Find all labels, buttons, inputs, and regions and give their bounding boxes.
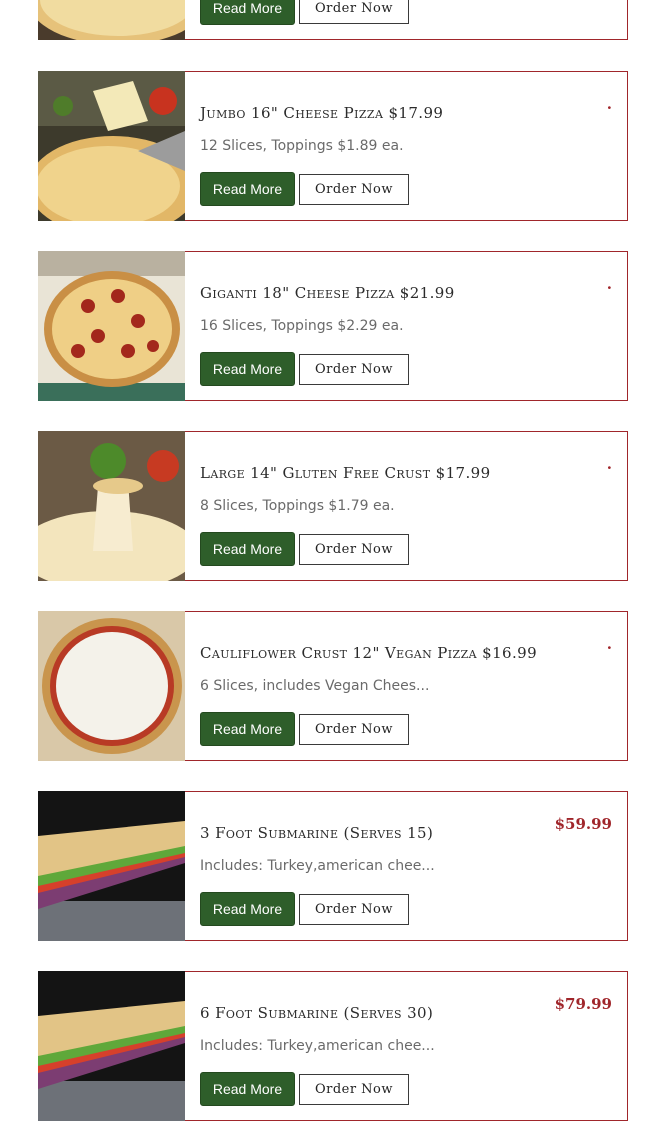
submarine-sandwich-photo-art <box>38 971 185 1121</box>
item-description: 8 Slices, Toppings $1.79 ea. <box>200 498 395 514</box>
menu-item-card: Cauliflower Crust 12" Vegan Pizza $16.99… <box>38 611 628 761</box>
order-now-button[interactable]: Order Now <box>299 714 409 745</box>
read-more-button[interactable]: Read More <box>200 892 295 926</box>
menu-item-card: Giganti 18" Cheese Pizza $21.99 16 Slice… <box>38 251 628 401</box>
cauliflower-pizza-photo[interactable] <box>38 611 185 761</box>
item-title[interactable]: 6 Foot Submarine (Serves 30) <box>200 1004 560 1022</box>
cheese-pizza-photo-art <box>38 71 185 221</box>
menu-item-card: Read More Order Now <box>38 0 628 40</box>
submarine-sandwich-photo[interactable] <box>38 971 185 1121</box>
item-description: Includes: Turkey,american chee... <box>200 858 435 874</box>
read-more-button[interactable]: Read More <box>200 1072 295 1106</box>
item-description: 12 Slices, Toppings $1.89 ea. <box>200 138 404 154</box>
read-more-button[interactable]: Read More <box>200 352 295 386</box>
pizza-photo-art <box>38 0 185 40</box>
pizza-photo[interactable] <box>38 0 185 40</box>
menu-item-card: Jumbo 16" Cheese Pizza $17.99 12 Slices,… <box>38 71 628 221</box>
read-more-button[interactable]: Read More <box>200 712 295 746</box>
cheese-pull-pizza-photo[interactable] <box>38 431 185 581</box>
item-title[interactable]: 3 Foot Submarine (Serves 15) <box>200 824 560 842</box>
order-now-button[interactable]: Order Now <box>299 534 409 565</box>
item-title[interactable]: Giganti 18" Cheese Pizza $21.99 <box>200 284 560 302</box>
item-price: . <box>606 275 612 293</box>
item-price: . <box>606 95 612 113</box>
item-price: . <box>606 635 612 653</box>
order-now-button[interactable]: Order Now <box>299 1074 409 1105</box>
order-now-button[interactable]: Order Now <box>299 0 409 24</box>
item-description: 6 Slices, includes Vegan Chees... <box>200 678 430 694</box>
item-title[interactable]: Jumbo 16" Cheese Pizza $17.99 <box>200 104 560 122</box>
item-price: . <box>606 455 612 473</box>
item-description: 16 Slices, Toppings $2.29 ea. <box>200 318 404 334</box>
menu-item-card: 3 Foot Submarine (Serves 15) Includes: T… <box>38 791 628 941</box>
menu-item-card: Large 14" Gluten Free Crust $17.99 8 Sli… <box>38 431 628 581</box>
item-price: $59.99 <box>554 815 612 833</box>
cheese-pizza-photo[interactable] <box>38 71 185 221</box>
pepperoni-pizza-photo[interactable] <box>38 251 185 401</box>
item-title[interactable]: Large 14" Gluten Free Crust $17.99 <box>200 464 560 482</box>
item-description: Includes: Turkey,american chee... <box>200 1038 435 1054</box>
item-title[interactable]: Cauliflower Crust 12" Vegan Pizza $16.99 <box>200 644 560 662</box>
order-now-button[interactable]: Order Now <box>299 894 409 925</box>
item-price: $79.99 <box>554 995 612 1013</box>
submarine-sandwich-photo-art <box>38 791 185 941</box>
submarine-sandwich-photo[interactable] <box>38 791 185 941</box>
read-more-button[interactable]: Read More <box>200 532 295 566</box>
read-more-button[interactable]: Read More <box>200 172 295 206</box>
cauliflower-pizza-photo-art <box>38 611 185 761</box>
pepperoni-pizza-photo-art <box>38 251 185 401</box>
order-now-button[interactable]: Order Now <box>299 174 409 205</box>
read-more-button[interactable]: Read More <box>200 0 295 25</box>
order-now-button[interactable]: Order Now <box>299 354 409 385</box>
menu-item-card: 6 Foot Submarine (Serves 30) Includes: T… <box>38 971 628 1121</box>
cheese-pull-pizza-photo-art <box>38 431 185 581</box>
